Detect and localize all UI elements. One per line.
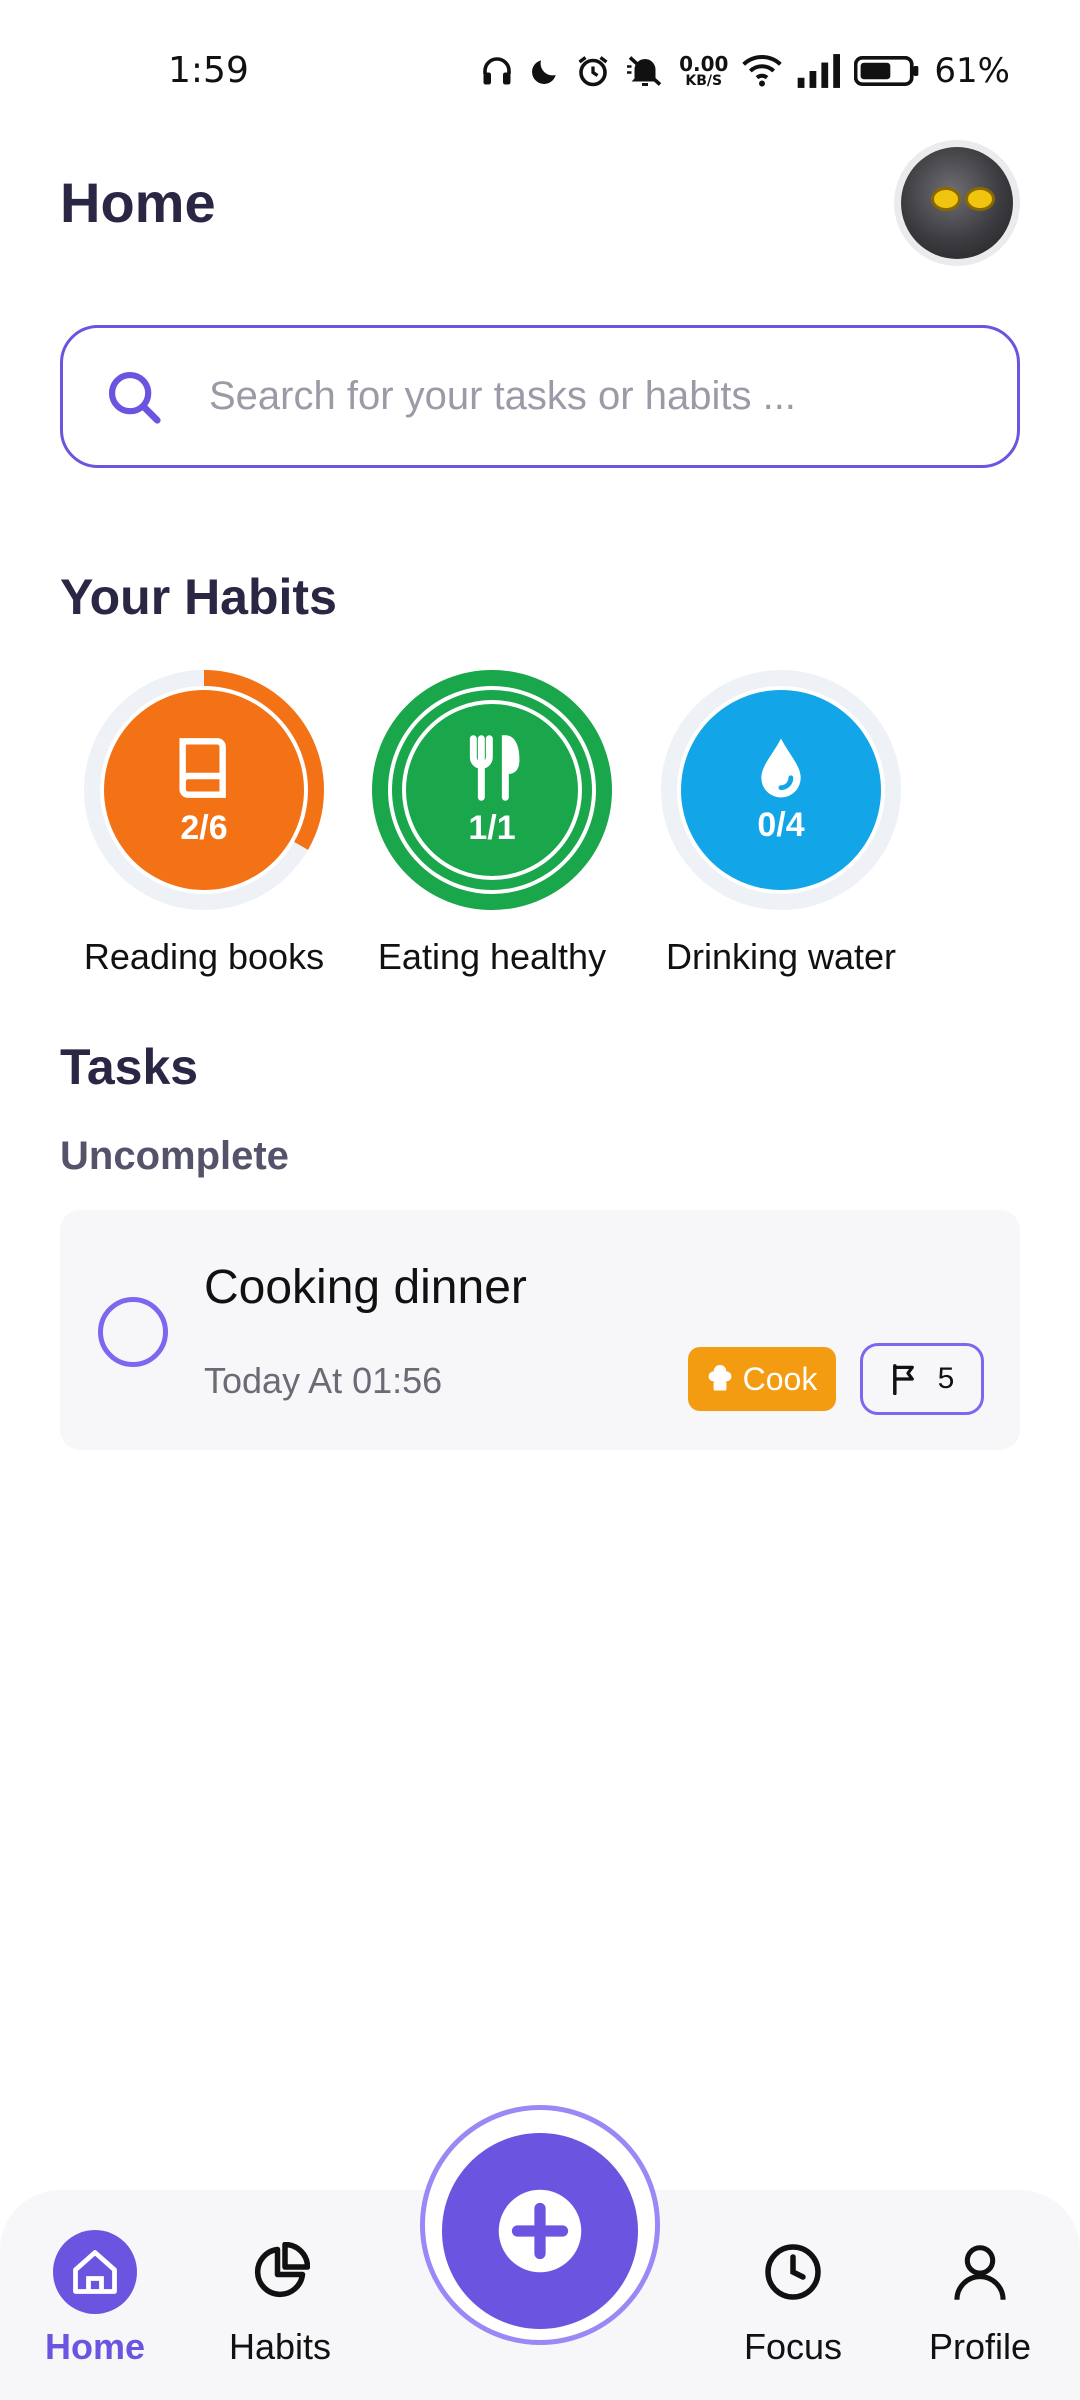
wifi-icon <box>742 55 783 87</box>
battery-percent: 61% <box>934 51 1010 91</box>
headphones-icon <box>483 57 511 85</box>
search-icon <box>108 371 161 424</box>
habit-progress-ring: 1/1 <box>372 670 612 910</box>
status-time: 1:59 <box>168 50 249 91</box>
pie-chart-icon <box>238 2230 322 2314</box>
habit-drinking-water[interactable]: 0/4 Drinking water <box>656 670 906 978</box>
add-button[interactable] <box>442 2133 638 2329</box>
book-icon <box>179 737 226 798</box>
habit-count: 0/4 <box>757 805 805 844</box>
task-card[interactable]: Cooking dinner Today At 01:56 Cook 5 <box>60 1210 1020 1450</box>
nav-habits-label: Habits <box>228 2326 332 2367</box>
habit-circle: 0/4 <box>681 690 881 890</box>
priority-tag[interactable]: 5 <box>860 1343 984 1415</box>
plus-icon <box>498 2189 582 2273</box>
habit-circle: 2/6 <box>104 690 304 890</box>
battery-icon <box>854 55 919 87</box>
alarm-icon <box>578 56 608 87</box>
avatar-image <box>901 147 1013 259</box>
water-drop-icon <box>761 737 801 798</box>
habit-count: 2/6 <box>180 808 228 847</box>
category-tag[interactable]: Cook <box>688 1347 836 1411</box>
habit-progress-ring: 0/4 <box>661 670 901 910</box>
nav-home[interactable]: Home <box>15 2230 175 2368</box>
habit-eating-healthy[interactable]: 1/1 Eating healthy <box>367 670 617 978</box>
moon-icon <box>532 60 556 84</box>
page-title: Home <box>60 171 216 234</box>
fork-knife-icon <box>469 734 520 801</box>
clock-icon <box>751 2230 835 2314</box>
status-bar: 1:59 0.00 KB/S 61% <box>0 0 1080 140</box>
task-complete-checkbox[interactable] <box>98 1297 168 1367</box>
priority-value: 5 <box>937 1362 955 1395</box>
user-icon <box>938 2230 1022 2314</box>
mute-icon <box>627 56 662 86</box>
habit-count: 1/1 <box>468 808 516 847</box>
nav-home-label: Home <box>44 2326 146 2367</box>
search-bar[interactable] <box>60 325 1020 468</box>
signal-icon <box>798 54 841 88</box>
nav-profile-label: Profile <box>928 2326 1032 2367</box>
habit-reading-books[interactable]: 2/6 Reading books <box>79 670 329 978</box>
net-speed: 0.00 KB/S <box>679 54 728 88</box>
nav-focus-label: Focus <box>743 2326 843 2367</box>
tasks-section-title: Tasks <box>60 1039 199 1095</box>
habit-label: Drinking water <box>665 936 897 977</box>
habit-label: Eating healthy <box>377 936 607 977</box>
habit-label: Reading books <box>83 936 325 977</box>
nav-focus[interactable]: Focus <box>713 2230 873 2368</box>
home-icon <box>53 2230 137 2314</box>
search-input[interactable] <box>209 374 969 419</box>
nav-profile[interactable]: Profile <box>900 2230 1060 2368</box>
habits-section-title: Your Habits <box>60 569 337 625</box>
avatar[interactable] <box>894 140 1020 266</box>
chef-hat-icon <box>708 1365 732 1391</box>
task-time: Today At 01:56 <box>204 1360 443 1401</box>
flag-icon <box>892 1364 914 1395</box>
habit-circle: 1/1 <box>392 690 592 890</box>
status-icons: 0.00 KB/S 61% <box>479 48 1010 94</box>
task-title: Cooking dinner <box>204 1261 527 1314</box>
task-group-label: Uncomplete <box>60 1134 289 1178</box>
nav-habits[interactable]: Habits <box>200 2230 360 2368</box>
net-speed-unit: KB/S <box>685 73 723 89</box>
category-label: Cook <box>742 1360 818 1397</box>
net-speed-value: 0.00 <box>679 52 729 76</box>
habit-progress-ring: 2/6 <box>84 670 324 910</box>
